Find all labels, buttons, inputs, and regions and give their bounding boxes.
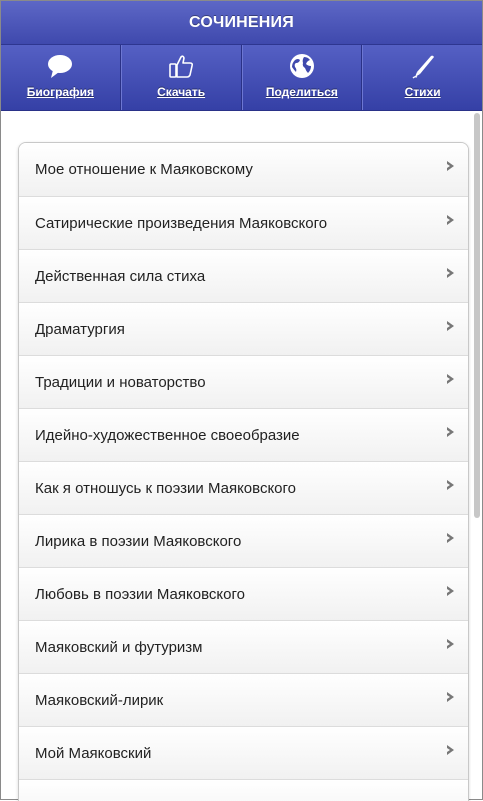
- list-item-label: Маяковский-лирик: [35, 692, 164, 709]
- list-item[interactable]: Драматургия: [19, 302, 468, 355]
- chevron-right-icon: [447, 480, 454, 490]
- nav-label: Биография: [26, 85, 94, 99]
- chevron-right-icon: [447, 161, 454, 171]
- thumbs-up-icon: [169, 55, 194, 78]
- chevron-right-icon: [447, 321, 454, 331]
- chevron-right-icon: [447, 374, 454, 384]
- nav-label: Поделиться: [265, 85, 338, 99]
- chevron-right-icon: [447, 745, 454, 755]
- nav-label: Стихи: [404, 85, 441, 99]
- scrollbar[interactable]: [474, 113, 480, 518]
- list-item-label: Действенная сила стиха: [35, 268, 206, 285]
- list-item[interactable]: Сатирические произведения Маяковского: [19, 196, 468, 249]
- essay-list: Мое отношение к Маяковскому Сатирические…: [18, 142, 469, 801]
- list-item[interactable]: [19, 779, 468, 801]
- list-item[interactable]: Маяковский и футуризм: [19, 620, 468, 673]
- list-item[interactable]: Мое отношение к Маяковскому: [19, 143, 468, 196]
- globe-icon: [289, 54, 314, 78]
- list-item-label: Мой Маяковский: [35, 745, 152, 762]
- nav-label: Скачать: [157, 85, 206, 99]
- chevron-right-icon: [447, 268, 454, 278]
- page-title: СОЧИНЕНИЯ: [189, 14, 294, 31]
- nav-item-biography[interactable]: Биография: [1, 45, 121, 110]
- list-item[interactable]: Действенная сила стиха: [19, 249, 468, 302]
- nav-item-download[interactable]: Скачать: [120, 45, 242, 110]
- list-item-label: Драматургия: [35, 321, 125, 338]
- list-item[interactable]: Традиции и новаторство: [19, 355, 468, 408]
- nav-item-poems[interactable]: Стихи: [362, 45, 482, 110]
- top-nav: Биография Скачать Поделиться Стихи: [1, 45, 482, 111]
- app-header: СОЧИНЕНИЯ: [1, 1, 482, 45]
- list-item[interactable]: Любовь в поэзии Маяковского: [19, 567, 468, 620]
- chevron-right-icon: [447, 427, 454, 437]
- chevron-right-icon: [447, 639, 454, 649]
- list-item-label: Как я отношусь к поэзии Маяковского: [35, 480, 296, 497]
- list-item[interactable]: Идейно-художественное своеобразие: [19, 408, 468, 461]
- list-item-label: Традиции и новаторство: [35, 374, 206, 391]
- chevron-right-icon: [447, 215, 454, 225]
- list-item[interactable]: Маяковский-лирик: [19, 673, 468, 726]
- list-item[interactable]: Лирика в поэзии Маяковского: [19, 514, 468, 567]
- list-item-label: Любовь в поэзии Маяковского: [35, 586, 245, 603]
- list-item-label: Маяковский и футуризм: [35, 639, 203, 656]
- list-item-label: Лирика в поэзии Маяковского: [35, 533, 242, 550]
- chevron-right-icon: [447, 533, 454, 543]
- list-item-label: Мое отношение к Маяковскому: [35, 161, 253, 178]
- speech-bubble-icon: [48, 55, 73, 78]
- nav-item-share[interactable]: Поделиться: [241, 45, 363, 110]
- chevron-right-icon: [447, 586, 454, 596]
- list-item-label: Идейно-художественное своеобразие: [35, 427, 300, 444]
- list-item-label: Сатирические произведения Маяковского: [35, 215, 328, 232]
- pen-icon: [412, 55, 434, 79]
- list-item[interactable]: Мой Маяковский: [19, 726, 468, 779]
- chevron-right-icon: [447, 692, 454, 702]
- content-area[interactable]: Мое отношение к Маяковскому Сатирические…: [1, 111, 471, 801]
- list-item[interactable]: Как я отношусь к поэзии Маяковского: [19, 461, 468, 514]
